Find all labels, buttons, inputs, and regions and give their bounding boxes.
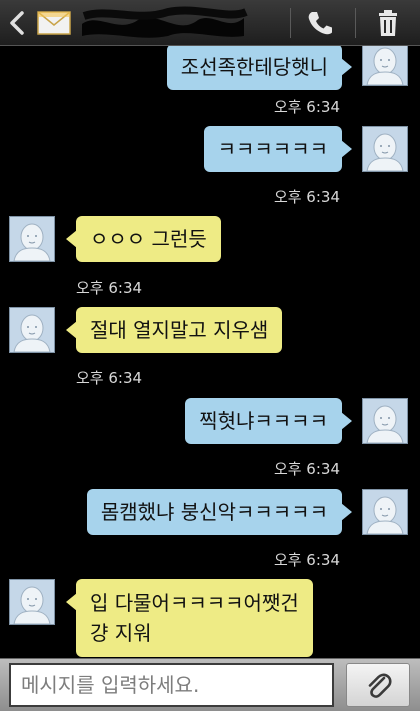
message-bubble-outgoing[interactable]: 찍혓냐ㅋㅋㅋㅋ	[185, 398, 352, 444]
divider	[355, 8, 356, 38]
chevron-left-icon[interactable]	[6, 8, 28, 38]
timestamp: 오후 6:34	[273, 460, 340, 478]
conversation-list[interactable]: 조선족한테당햇니 오후 6:34 ㅋㅋㅋㅋㅋㅋ 오후 6:34 ㅇㅇㅇ 그런듯 …	[0, 46, 420, 658]
timestamp: 오후 6:34	[76, 279, 143, 297]
message-text: ㅋㅋㅋㅋㅋㅋ	[217, 137, 328, 161]
message-text: 조선족한테당햇니	[180, 55, 328, 79]
paperclip-icon	[368, 673, 392, 698]
compose-bar	[0, 658, 420, 711]
message-bubble-outgoing[interactable]: 조선족한테당햇니	[166, 46, 353, 90]
message-bubble-incoming[interactable]: 절대 열지말고 지우샘	[65, 307, 283, 353]
avatar[interactable]	[362, 398, 408, 444]
message-bubble-incoming[interactable]: 입 다물어ㅋㅋㅋㅋ어쨋건 걍 지워	[66, 579, 313, 657]
message-text: 절대 열지말고 지우샘	[90, 318, 269, 342]
top-bar	[0, 0, 420, 46]
divider	[290, 8, 291, 38]
message-text-line: 입 다물어ㅋㅋㅋㅋ어쨋건	[90, 591, 299, 615]
avatar[interactable]	[362, 489, 408, 535]
message-bubble-outgoing[interactable]: ㅋㅋㅋㅋㅋㅋ	[203, 126, 353, 172]
timestamp: 오후 6:34	[273, 98, 340, 116]
avatar[interactable]	[9, 307, 55, 353]
avatar[interactable]	[362, 46, 408, 86]
message-bubble-outgoing[interactable]: 몸캠했냐 붕신악ㅋㅋㅋㅋㅋ	[86, 489, 353, 535]
redacted-contact-name	[78, 6, 248, 40]
message-text: 찍혓냐ㅋㅋㅋㅋ	[199, 409, 328, 433]
avatar[interactable]	[9, 216, 55, 262]
phone-icon[interactable]	[300, 8, 340, 38]
message-text-line: 걍 지워	[90, 621, 152, 645]
avatar[interactable]	[362, 126, 408, 172]
message-text: 몸캠했냐 붕신악ㅋㅋㅋㅋㅋ	[100, 500, 328, 524]
attach-button[interactable]	[346, 663, 410, 707]
message-input[interactable]	[9, 663, 334, 707]
timestamp: 오후 6:34	[76, 369, 143, 387]
avatar[interactable]	[9, 579, 55, 625]
message-bubble-incoming[interactable]: ㅇㅇㅇ 그런듯	[66, 216, 221, 262]
message-text: ㅇㅇㅇ 그런듯	[90, 227, 207, 251]
envelope-icon	[36, 8, 72, 38]
timestamp: 오후 6:34	[273, 188, 340, 206]
timestamp: 오후 6:34	[273, 551, 340, 569]
trash-icon[interactable]	[368, 8, 408, 38]
